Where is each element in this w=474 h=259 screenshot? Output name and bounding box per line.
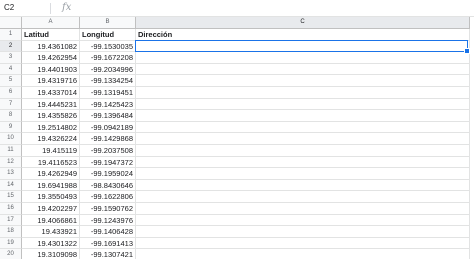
name-box[interactable]: C2 [2, 2, 48, 14]
cell-b13[interactable]: -99.1959024 [80, 168, 136, 180]
cell-c1[interactable]: Dirección [136, 29, 470, 41]
cell-b3[interactable]: -99.1672208 [80, 52, 136, 64]
cell-b2[interactable]: -99.1530035 [80, 40, 136, 53]
cell-a17[interactable]: 19.4066861 [22, 214, 80, 227]
cell-a11[interactable]: 19.415119 [22, 145, 80, 157]
formula-bar-divider [50, 3, 51, 14]
cell-c10[interactable] [136, 133, 470, 145]
cell-a10[interactable]: 19.4326224 [22, 133, 80, 145]
cell-b9[interactable]: -99.0942189 [80, 121, 136, 134]
column-header-a[interactable]: A [22, 17, 80, 29]
row-header-14[interactable]: 14 [0, 179, 22, 192]
cell-b6[interactable]: -99.1319451 [80, 87, 136, 99]
cell-c5[interactable] [136, 75, 470, 87]
cell-b5[interactable]: -99.1334254 [80, 75, 136, 87]
select-all-corner[interactable] [0, 17, 22, 29]
row-header-9[interactable]: 9 [0, 121, 22, 134]
row-header-2[interactable]: 2 [0, 40, 22, 53]
cell-a16[interactable]: 19.4202297 [22, 203, 80, 215]
cell-b15[interactable]: -99.1622806 [80, 191, 136, 203]
cell-b7[interactable]: -99.1425423 [80, 98, 136, 111]
cell-c19[interactable] [136, 237, 470, 250]
cell-a19[interactable]: 19.4301322 [22, 237, 80, 250]
cell-a3[interactable]: 19.4262954 [22, 52, 80, 64]
fill-handle[interactable] [464, 48, 470, 55]
row-header-4[interactable]: 4 [0, 63, 22, 76]
cell-b20[interactable]: -99.1307421 [80, 249, 136, 259]
row-header-15[interactable]: 15 [0, 191, 22, 203]
cell-b1[interactable]: Longitud [80, 29, 136, 41]
cell-a8[interactable]: 19.4355826 [22, 110, 80, 122]
row-header-20[interactable]: 20 [0, 249, 22, 259]
cell-b10[interactable]: -99.1429868 [80, 133, 136, 145]
cell-a13[interactable]: 19.4262949 [22, 168, 80, 180]
cell-c7[interactable] [136, 98, 470, 111]
row-header-10[interactable]: 10 [0, 133, 22, 145]
cell-c3[interactable] [136, 52, 470, 64]
cell-c17[interactable] [136, 214, 470, 227]
row-header-18[interactable]: 18 [0, 226, 22, 238]
cell-a6[interactable]: 19.4337014 [22, 87, 80, 99]
cell-c11[interactable] [136, 145, 470, 157]
cell-c16[interactable] [136, 203, 470, 215]
row-header-5[interactable]: 5 [0, 75, 22, 87]
cell-a7[interactable]: 19.4445231 [22, 98, 80, 111]
row-header-13[interactable]: 13 [0, 168, 22, 180]
cell-a20[interactable]: 19.3109098 [22, 249, 80, 259]
cell-a18[interactable]: 19.433921 [22, 226, 80, 238]
cell-a12[interactable]: 19.4116523 [22, 156, 80, 169]
cell-c9[interactable] [136, 121, 470, 134]
cell-b17[interactable]: -99.1243976 [80, 214, 136, 227]
row-header-12[interactable]: 12 [0, 156, 22, 169]
cell-b11[interactable]: -99.2037508 [80, 145, 136, 157]
cell-c6[interactable] [136, 87, 470, 99]
cell-b14[interactable]: -98.8430646 [80, 179, 136, 192]
cell-c2[interactable] [136, 40, 470, 53]
formula-input[interactable] [80, 2, 470, 14]
row-header-17[interactable]: 17 [0, 214, 22, 227]
row-header-11[interactable]: 11 [0, 145, 22, 157]
cell-a15[interactable]: 19.3550493 [22, 191, 80, 203]
cell-b8[interactable]: -99.1396484 [80, 110, 136, 122]
cell-c13[interactable] [136, 168, 470, 180]
cell-c12[interactable] [136, 156, 470, 169]
fx-icon: fx [62, 2, 72, 13]
cell-b18[interactable]: -99.1406428 [80, 226, 136, 238]
cell-c15[interactable] [136, 191, 470, 203]
cell-c4[interactable] [136, 63, 470, 76]
cell-a1[interactable]: Latitud [22, 29, 80, 41]
row-header-19[interactable]: 19 [0, 237, 22, 250]
cell-a4[interactable]: 19.4401903 [22, 63, 80, 76]
column-header-c[interactable]: C [136, 17, 470, 29]
spreadsheet-app: C2 fx A B C 1 Latitud Longitud Dirección 2 19.43… [0, 0, 474, 259]
cell-b19[interactable]: -99.1691413 [80, 237, 136, 250]
cell-a9[interactable]: 19.2514802 [22, 121, 80, 134]
cell-c20[interactable] [136, 249, 470, 259]
cell-a2[interactable]: 19.4361082 [22, 40, 80, 53]
row-header-3[interactable]: 3 [0, 52, 22, 64]
cell-b4[interactable]: -99.2034996 [80, 63, 136, 76]
formula-bar: C2 fx [0, 0, 474, 17]
row-header-16[interactable]: 16 [0, 203, 22, 215]
cell-b16[interactable]: -99.1590762 [80, 203, 136, 215]
cell-c18[interactable] [136, 226, 470, 238]
row-header-1[interactable]: 1 [0, 29, 22, 41]
cell-a14[interactable]: 19.6941988 [22, 179, 80, 192]
cell-a5[interactable]: 19.4319716 [22, 75, 80, 87]
row-header-7[interactable]: 7 [0, 98, 22, 111]
row-header-6[interactable]: 6 [0, 87, 22, 99]
row-header-8[interactable]: 8 [0, 110, 22, 122]
cell-c8[interactable] [136, 110, 470, 122]
cell-c14[interactable] [136, 179, 470, 192]
column-header-b[interactable]: B [80, 17, 136, 29]
cell-b12[interactable]: -99.1947372 [80, 156, 136, 169]
